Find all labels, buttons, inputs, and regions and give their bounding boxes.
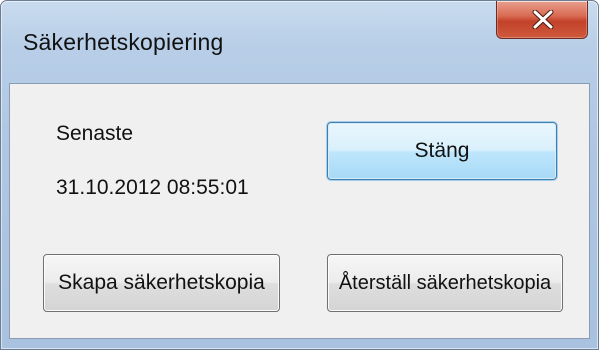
restore-backup-button[interactable]: Återställ säkerhetskopia bbox=[327, 254, 563, 312]
last-backup-timestamp: 31.10.2012 08:55:01 bbox=[56, 176, 249, 199]
dialog-window: Säkerhetskopiering Senaste 31.10.2012 08… bbox=[0, 0, 599, 350]
close-icon bbox=[532, 10, 554, 29]
title-bar[interactable]: Säkerhetskopiering bbox=[1, 1, 598, 83]
last-backup-label: Senaste bbox=[56, 122, 134, 145]
window-close-button[interactable] bbox=[496, 1, 588, 39]
window-title: Säkerhetskopiering bbox=[23, 29, 224, 55]
close-dialog-button[interactable]: Stäng bbox=[327, 122, 557, 180]
dialog-client-area: Senaste 31.10.2012 08:55:01 Stäng Skapa … bbox=[9, 83, 590, 339]
create-backup-button[interactable]: Skapa säkerhetskopia bbox=[43, 254, 280, 312]
